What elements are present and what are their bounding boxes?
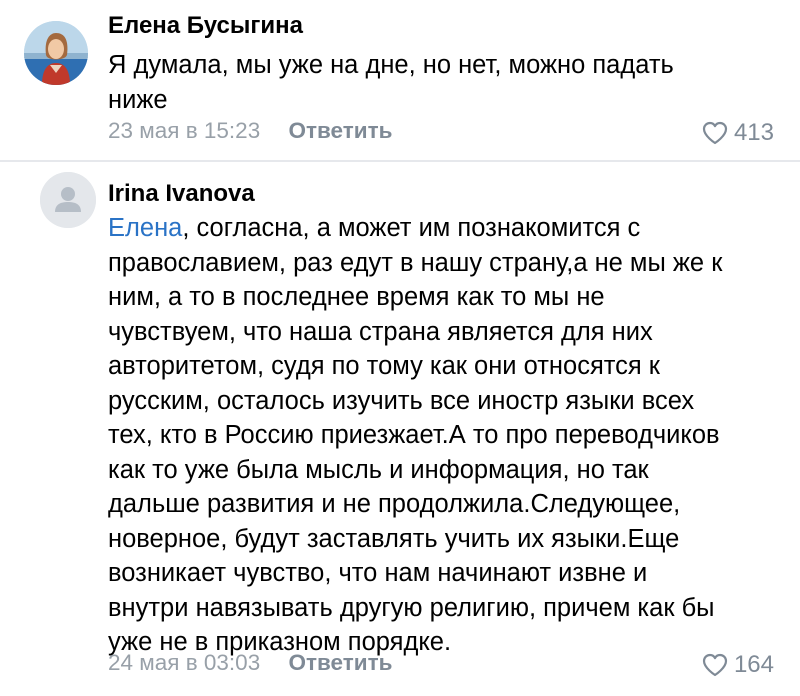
comment-text-line: внутри навязывать другую религию, причем… <box>108 593 715 622</box>
avatar-photo-icon <box>24 21 88 85</box>
comment-text-line: православием, раз едут в нашу страну,а н… <box>108 248 723 277</box>
comment-text-line: русским, осталось изучить все иностр язы… <box>108 386 695 415</box>
like-count: 413 <box>733 119 774 146</box>
user-placeholder-icon <box>40 172 96 228</box>
like-button[interactable]: 164 <box>702 649 774 681</box>
comment-item: Irina Ivanova Елена, согласна, а может и… <box>0 163 800 696</box>
comment-meta: 23 мая в 15:23 Ответить <box>108 117 392 149</box>
comment-text-line: авторитетом, судя по тому как они относя… <box>108 352 660 380</box>
comment-date: 23 мая в 15:23 <box>108 118 261 144</box>
comment-text-line: дальше развития и не продолжила.Следующе… <box>108 490 681 518</box>
divider <box>0 160 800 162</box>
comment-text: Я думала, мы уже на дне, но нет, можно п… <box>108 48 788 117</box>
heart-icon <box>702 653 728 677</box>
comment-text-line: Я думала, мы уже на дне, но нет, можно п… <box>108 51 674 79</box>
comment-text-fragment: , согласна, а может им познакомится с <box>182 214 641 242</box>
comment-text-line: чувствуем, что наша страна является для … <box>108 317 653 346</box>
comment-meta: 24 мая в 03:03 Ответить <box>108 649 392 681</box>
comment-text-line: ним, а то в последнее время как то мы не <box>108 283 605 311</box>
comment-author[interactable]: Irina Ivanova <box>108 180 255 208</box>
comment-text-line: новерное, будут заставлять учить их язык… <box>108 524 680 553</box>
like-count: 164 <box>733 651 774 678</box>
avatar[interactable] <box>24 21 88 85</box>
comment-text-line: ниже <box>108 85 168 114</box>
comment-item: Елена Бусыгина Я думала, мы уже на дне, … <box>0 0 800 160</box>
comment-text-line: Елена, согласна, а может им познакомится… <box>108 211 788 246</box>
avatar[interactable] <box>40 172 96 228</box>
comment-text-line: как то уже была мысль и информация, но т… <box>108 455 649 484</box>
comment-text-line: возникает чувство, что нам начинают извн… <box>108 559 648 587</box>
comment-date: 24 мая в 03:03 <box>108 650 261 676</box>
like-button[interactable]: 413 <box>702 117 774 149</box>
comment-author[interactable]: Елена Бусыгина <box>108 12 303 40</box>
reply-button[interactable]: Ответить <box>288 650 392 676</box>
mention-link[interactable]: Елена <box>108 214 182 242</box>
comment-text-line: тех, кто в Россию приезжает.А то про пер… <box>108 421 720 449</box>
comment-text: Елена, согласна, а может им познакомится… <box>108 211 788 660</box>
heart-icon <box>702 121 728 145</box>
reply-button[interactable]: Ответить <box>288 118 392 144</box>
